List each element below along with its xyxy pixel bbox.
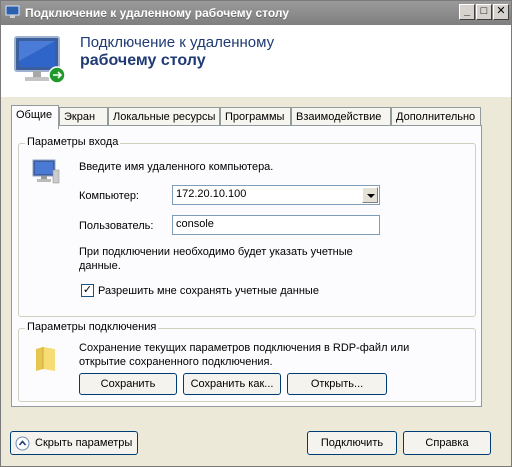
folder-icon bbox=[36, 347, 55, 371]
header-title-line2: рабочему столу bbox=[80, 52, 206, 69]
tab-display[interactable]: Экран bbox=[59, 107, 108, 127]
open-button[interactable]: Открыть... bbox=[287, 373, 387, 395]
maximize-button[interactable]: □ bbox=[476, 4, 492, 20]
computer-label: Компьютер: bbox=[79, 190, 139, 202]
save-credentials-checkbox[interactable]: ✓ bbox=[81, 284, 94, 297]
rdp-window: Подключение к удаленному рабочему столу … bbox=[0, 0, 512, 467]
user-input[interactable]: console bbox=[172, 215, 380, 235]
connect-button[interactable]: Подключить bbox=[307, 431, 397, 455]
save-as-button[interactable]: Сохранить как... bbox=[183, 373, 281, 395]
remote-desktop-monitor-icon bbox=[14, 36, 66, 84]
save-button[interactable]: Сохранить bbox=[79, 373, 177, 395]
help-button[interactable]: Справка bbox=[403, 431, 491, 455]
header-banner: Подключение к удаленному рабочему столу bbox=[1, 25, 511, 97]
connection-settings-group: Параметры подключения Сохранение текущих… bbox=[18, 321, 476, 402]
tab-local-resources[interactable]: Локальные ресурсы bbox=[108, 107, 220, 127]
title-bar[interactable]: Подключение к удаленному рабочему столу … bbox=[1, 1, 511, 25]
connection-description-line2: открытие сохраненного подключения. bbox=[79, 356, 273, 368]
header-title-line1: Подключение к удаленному bbox=[80, 34, 275, 51]
user-label: Пользователь: bbox=[79, 220, 154, 232]
credentials-note-line2: данные. bbox=[79, 260, 121, 272]
connection-description-line1: Сохранение текущих параметров подключени… bbox=[79, 342, 410, 354]
close-button[interactable]: ✕ bbox=[493, 4, 509, 20]
tab-experience[interactable]: Взаимодействие bbox=[291, 107, 391, 127]
save-credentials-label[interactable]: Разрешить мне сохранять учетные данные bbox=[98, 285, 319, 297]
login-instruction: Введите имя удаленного компьютера. bbox=[79, 161, 274, 173]
computer-icon bbox=[32, 159, 60, 184]
remote-desktop-icon bbox=[5, 5, 20, 18]
tab-programs[interactable]: Программы bbox=[220, 107, 291, 127]
tab-general[interactable]: Общие bbox=[11, 105, 59, 129]
credentials-note-line1: При подключении необходимо будет указать… bbox=[79, 246, 353, 258]
chevron-down-icon[interactable] bbox=[362, 187, 378, 203]
hide-options-button[interactable]: Скрыть параметры bbox=[10, 431, 138, 455]
tab-advanced[interactable]: Дополнительно bbox=[391, 107, 481, 127]
login-settings-title: Параметры входа bbox=[25, 136, 121, 148]
chevron-up-circle-icon bbox=[15, 436, 30, 451]
connection-settings-title: Параметры подключения bbox=[25, 321, 159, 333]
hide-options-label: Скрыть параметры bbox=[35, 437, 133, 449]
computer-value: 172.20.10.100 bbox=[176, 188, 247, 200]
computer-combobox[interactable]: 172.20.10.100 bbox=[172, 185, 380, 205]
window-title: Подключение к удаленному рабочему столу bbox=[25, 6, 290, 20]
minimize-button[interactable]: _ bbox=[459, 4, 475, 20]
general-tab-panel: Параметры входа Введите имя удаленного к… bbox=[11, 125, 482, 407]
login-settings-group: Параметры входа Введите имя удаленного к… bbox=[18, 136, 476, 317]
